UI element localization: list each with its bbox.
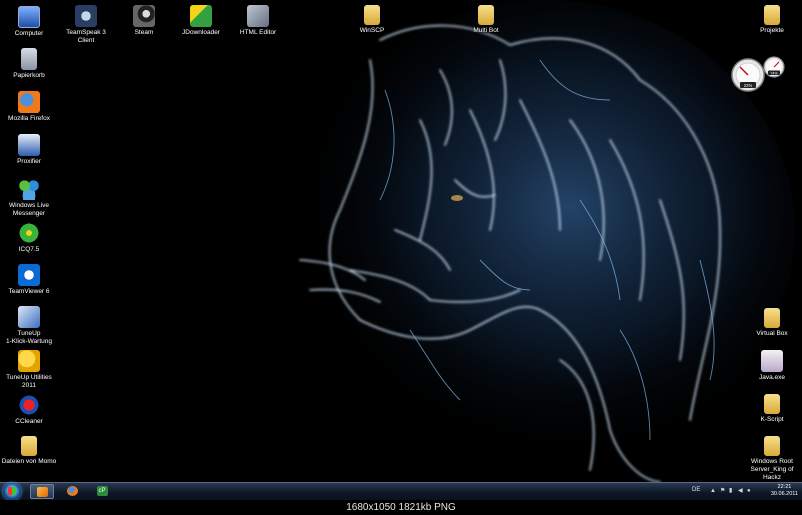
desktop-icon-teamviewer[interactable]: TeamViewer 6 bbox=[0, 264, 58, 296]
teamviewer-icon bbox=[18, 264, 40, 286]
system-tray: DE ▲ ⚑ ▮ ◀ ● 22:21 30.06.2011 bbox=[692, 483, 802, 500]
multi-bot-icon bbox=[478, 5, 494, 25]
desktop-icon-steam[interactable]: Steam bbox=[115, 5, 173, 37]
desktop-icon-papierkorb[interactable]: Papierkorb bbox=[0, 48, 58, 80]
exe-icon bbox=[761, 350, 783, 372]
desktop[interactable]: Computer Papierkorb Mozilla Firefox Prox… bbox=[0, 0, 802, 482]
desktop-icon-winscp[interactable]: WinSCP bbox=[343, 5, 401, 35]
desktop-icon-java-exe[interactable]: Java.exe bbox=[743, 350, 801, 382]
taskbar-cp-app[interactable]: cP bbox=[90, 484, 114, 499]
taskbar-media-player[interactable] bbox=[30, 484, 54, 499]
desktop-icon-html-editor[interactable]: HTML Editor bbox=[229, 5, 287, 37]
tiger-wallpaper bbox=[295, 0, 795, 482]
html-editor-icon bbox=[247, 5, 269, 27]
tray-volume-icon[interactable]: ◀ bbox=[738, 488, 744, 494]
folder-icon bbox=[364, 5, 380, 25]
proxifier-icon bbox=[18, 134, 40, 156]
tray-flag-icon[interactable]: ⚑ bbox=[720, 488, 726, 494]
firefox-icon bbox=[66, 486, 78, 496]
image-caption: 1680x1050 1821kb PNG bbox=[0, 500, 802, 515]
firefox-icon bbox=[18, 91, 40, 113]
desktop-icon-multi-bot[interactable]: Multi Bot bbox=[457, 5, 515, 35]
desktop-icon-dateien-von-momo[interactable]: Dateien von Momo bbox=[0, 436, 58, 466]
tray-arrow-icon[interactable]: ▲ bbox=[710, 488, 716, 494]
ram-percent: 74% bbox=[770, 71, 778, 75]
clock-date: 30.06.2011 bbox=[770, 491, 798, 497]
clock-time: 22:21 bbox=[777, 484, 792, 490]
cp-icon: cP bbox=[96, 486, 108, 496]
teamspeak-icon bbox=[75, 5, 97, 27]
steam-icon bbox=[133, 5, 155, 27]
folder-icon bbox=[764, 308, 780, 328]
jdownloader-icon bbox=[190, 5, 212, 27]
desktop-icon-windows-live-messenger[interactable]: Windows Live Messenger bbox=[0, 178, 58, 218]
desktop-icon-jdownloader[interactable]: JDownloader bbox=[172, 5, 230, 37]
tuneup-utilities-icon bbox=[18, 350, 40, 372]
ccleaner-icon bbox=[18, 394, 40, 416]
desktop-icon-projekte[interactable]: Projekte bbox=[743, 5, 801, 35]
windows-start-orb-icon bbox=[8, 487, 16, 495]
tuneup-1click-icon bbox=[18, 306, 40, 328]
tray-network-icon[interactable]: ▮ bbox=[729, 488, 735, 494]
windows-live-messenger-icon bbox=[18, 178, 40, 200]
cpu-percent: 22% bbox=[744, 83, 753, 88]
language-indicator[interactable]: DE bbox=[692, 487, 700, 493]
recycle-bin-icon bbox=[21, 48, 37, 70]
desktop-icon-proxifier[interactable]: Proxifier bbox=[0, 134, 58, 166]
desktop-icon-firefox[interactable]: Mozilla Firefox bbox=[0, 91, 58, 123]
taskbar-firefox[interactable] bbox=[60, 484, 84, 499]
desktop-icon-teamspeak[interactable]: TeamSpeak 3 Client bbox=[57, 5, 115, 45]
desktop-icon-windows-root-server[interactable]: Windows Root Server_King of Hackz bbox=[743, 436, 801, 482]
tray-app-icon[interactable]: ● bbox=[747, 488, 753, 494]
desktop-icon-icq[interactable]: ICQ7.5 bbox=[0, 222, 58, 254]
desktop-icon-ccleaner[interactable]: CCleaner bbox=[0, 394, 58, 426]
start-button[interactable] bbox=[3, 483, 21, 500]
desktop-icon-tuneup-1-klick[interactable]: TuneUp 1-Klick-Wartung bbox=[0, 306, 58, 346]
folder-icon bbox=[21, 436, 37, 456]
cpu-meter-gadget[interactable]: 22% 74% bbox=[730, 55, 790, 95]
folder-icon bbox=[764, 394, 780, 414]
desktop-icon-k-script[interactable]: K-Script bbox=[743, 394, 801, 424]
folder-icon bbox=[764, 5, 780, 25]
computer-icon bbox=[18, 6, 40, 28]
media-player-icon bbox=[36, 487, 48, 497]
taskbar-clock[interactable]: 22:21 30.06.2011 bbox=[771, 484, 798, 498]
taskbar: cP DE ▲ ⚑ ▮ ◀ ● 22:21 30.06.2011 bbox=[0, 482, 802, 500]
folder-icon bbox=[764, 436, 780, 456]
desktop-icon-virtual-box[interactable]: Virtual Box bbox=[743, 308, 801, 338]
icq-icon bbox=[18, 222, 40, 244]
desktop-icon-tuneup-utilities[interactable]: TuneUp Utilities 2011 bbox=[0, 350, 58, 390]
desktop-icon-computer[interactable]: Computer bbox=[0, 6, 58, 38]
